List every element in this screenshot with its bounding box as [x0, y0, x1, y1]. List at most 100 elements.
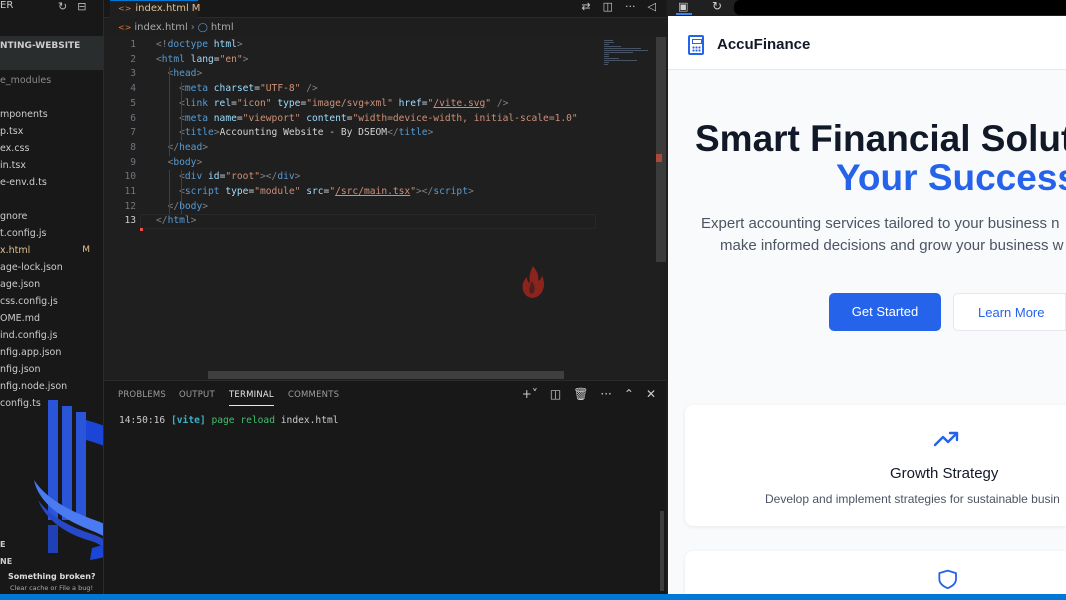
code-token: /> — [306, 83, 318, 95]
card-title: Growth Strategy — [890, 465, 999, 482]
code-line[interactable]: 3 <head> — [104, 67, 598, 82]
devtools-icon[interactable]: ▣ — [678, 0, 688, 13]
minimap-line — [604, 48, 641, 49]
learn-more-button[interactable]: Learn More — [953, 293, 1066, 331]
trash-icon[interactable]: 🗑 — [573, 387, 588, 401]
refresh-icon[interactable]: ↻ — [58, 0, 67, 13]
explorer-header-actions: ↻ ⊟ — [58, 0, 86, 13]
explorer-file-item[interactable]: e_modules — [0, 72, 103, 89]
reload-icon[interactable]: ↻ — [712, 0, 722, 13]
line-source: </body> — [156, 200, 208, 215]
explorer-file-item[interactable]: mponents — [0, 106, 103, 123]
code-line[interactable]: 1 <!doctype html> — [104, 38, 598, 53]
site-brand[interactable]: AccuFinance — [717, 36, 810, 53]
explorer-file-item[interactable]: age.json — [0, 276, 103, 293]
code-line[interactable]: 12 </body> — [104, 200, 598, 215]
explorer-project-title[interactable]: NTING-WEBSITE — [0, 36, 103, 70]
explorer-file-item[interactable]: x.html M — [0, 242, 103, 259]
minimap-line — [604, 56, 609, 57]
indent-guide — [169, 170, 170, 215]
explorer-header: ER — [0, 0, 14, 11]
get-started-button[interactable]: Get Started — [829, 293, 941, 331]
timeline-section[interactable]: NE — [0, 553, 103, 570]
breadcrumb-node[interactable]: html — [211, 22, 234, 33]
explorer-file-item[interactable]: css.config.js — [0, 293, 103, 310]
scrollbar-thumb[interactable] — [656, 37, 666, 262]
explorer-file-item[interactable]: nfig.json — [0, 361, 103, 378]
outline-section[interactable]: E — [0, 536, 103, 553]
code-editor[interactable]: 1 <!doctype html> 2 <html lang="en"> 3 <head… — [104, 37, 598, 377]
breadcrumb-file[interactable]: index.html — [134, 22, 187, 33]
explorer-file-label: in.tsx — [0, 160, 26, 171]
terminal-scrollbar[interactable] — [660, 511, 664, 591]
explorer-file-item[interactable]: in.tsx — [0, 157, 103, 174]
code-token: > — [242, 53, 249, 65]
split-editor-icon[interactable]: ◫ — [603, 0, 613, 14]
panel-actions: +˅ ◫ 🗑 ··· ⌃ ✕ — [522, 387, 656, 401]
code-token: <! — [156, 39, 168, 50]
browser-toolbar: ▣ ↻ — [668, 0, 1066, 16]
code-token: "viewport" — [242, 112, 301, 124]
explorer-file-label: nfig.app.json — [0, 347, 62, 358]
explorer-file-item[interactable]: nfig.app.json — [0, 344, 103, 361]
minimap[interactable] — [598, 37, 656, 377]
explorer-file-label: css.config.js — [0, 296, 58, 307]
code-line[interactable]: 7 <title>Accounting Website - By DSEOM</… — [104, 126, 598, 141]
line-number: 4 — [130, 83, 136, 95]
code-line[interactable]: 2 <html lang="en"> — [104, 53, 598, 68]
something-broken-subtitle[interactable]: Clear cache or File a bug! — [10, 584, 93, 592]
more-actions-icon[interactable]: ··· — [625, 0, 636, 14]
explorer-file-item[interactable]: nfig.node.json — [0, 378, 103, 395]
explorer-file-label: age-lock.json — [0, 262, 63, 273]
new-terminal-icon[interactable]: +˅ — [522, 387, 538, 401]
more-actions-icon[interactable]: ··· — [600, 387, 611, 401]
tab-index-html[interactable]: <> index.html M — [110, 0, 200, 18]
explorer-file-item[interactable]: ex.css — [0, 140, 103, 157]
code-line[interactable]: 8 </head> — [104, 141, 598, 156]
minimap-line — [604, 42, 614, 43]
code-token: type — [277, 97, 301, 109]
explorer-file-item[interactable]: e-env.d.ts — [0, 174, 103, 191]
speaker-icon[interactable]: ◁ — [648, 0, 656, 14]
tab-output[interactable]: OUTPUT — [179, 390, 215, 400]
explorer-file-label: nfig.json — [0, 364, 41, 375]
explorer-file-item[interactable]: t.config.js — [0, 225, 103, 242]
something-broken-title[interactable]: Something broken? — [8, 572, 96, 581]
code-line[interactable]: 9 <body> — [104, 156, 598, 171]
code-line[interactable]: 11 <script type="module" src="/src/main.… — [104, 185, 598, 200]
code-token: ></ — [415, 186, 434, 197]
code-line[interactable]: 4 <meta charset="UTF-8" /> — [104, 82, 598, 97]
tab-comments[interactable]: COMMENTS — [288, 390, 339, 400]
tab-terminal[interactable]: TERMINAL — [229, 390, 274, 406]
explorer-file-item[interactable]: ind.config.js — [0, 327, 103, 344]
editor-vertical-scrollbar[interactable] — [656, 37, 666, 377]
code-token: name — [213, 112, 237, 124]
line-source: <!doctype html> — [156, 38, 243, 53]
explorer-file-item[interactable]: age-lock.json — [0, 259, 103, 276]
compare-icon[interactable]: ⇄ — [581, 0, 590, 14]
hero-subtitle-line1: Expert accounting services tailored to y… — [701, 215, 1060, 232]
explorer-file-item[interactable]: OME.md — [0, 310, 103, 327]
code-line[interactable]: 10 <div id="root"></div> — [104, 170, 598, 185]
code-line[interactable]: 5 <link rel="icon" type="image/svg+xml" … — [104, 97, 598, 112]
collapse-icon[interactable]: ⊟ — [77, 0, 86, 13]
tab-problems[interactable]: PROBLEMS — [118, 390, 166, 400]
code-line[interactable]: 6 <meta name="viewport" content="width=d… — [104, 112, 598, 127]
indent-guide — [181, 170, 182, 215]
code-token: /vite.svg — [433, 97, 486, 109]
url-bar[interactable] — [734, 0, 1066, 15]
split-terminal-icon[interactable]: ◫ — [550, 387, 561, 401]
line-number: 3 — [130, 68, 136, 80]
code-token: "en" — [219, 53, 243, 65]
explorer-file-item[interactable]: gnore — [0, 208, 103, 225]
editor-horizontal-scrollbar[interactable] — [208, 371, 564, 379]
explorer-file-label: OME.md — [0, 313, 40, 324]
explorer-file-label: x.html — [0, 245, 31, 256]
explorer-file-item[interactable]: p.tsx — [0, 123, 103, 140]
close-icon[interactable]: ✕ — [646, 387, 656, 401]
maximize-panel-icon[interactable]: ⌃ — [624, 387, 634, 401]
